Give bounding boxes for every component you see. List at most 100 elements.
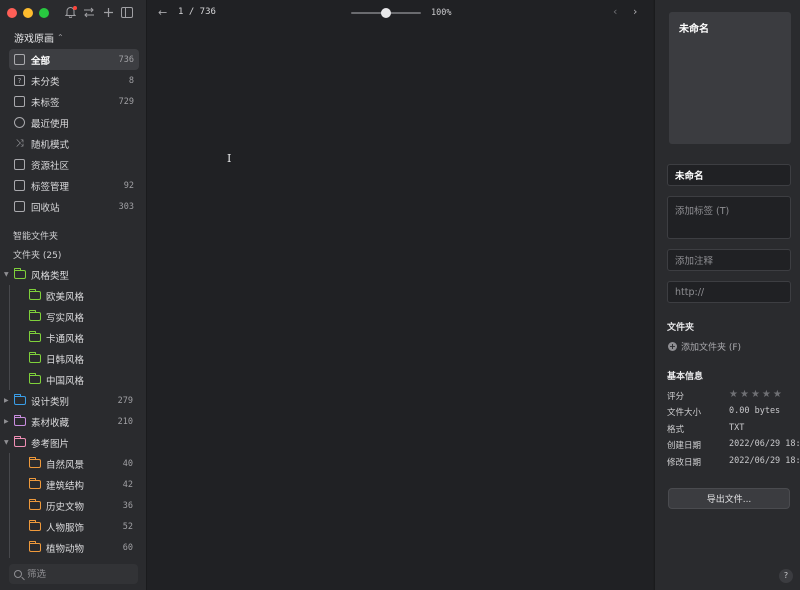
- nav-item[interactable]: 未标签 729: [9, 91, 139, 112]
- nav-list: 全部 736? 未分类 8 未标签 729 最近使用 ⤨ 随机模式资源社区标签管理 92 回收站 30…: [9, 49, 139, 217]
- rating-row: 评分 ★ ★ ★ ★ ★: [667, 390, 800, 403]
- back-arrow-icon[interactable]: ←: [158, 6, 167, 19]
- nav-item[interactable]: 全部 736: [9, 49, 139, 70]
- smart-folders-title[interactable]: 智能文件夹: [13, 229, 58, 242]
- created-value: 2022/06/29 18:: [729, 439, 800, 449]
- star-icon[interactable]: ★: [729, 390, 738, 402]
- rating-label: 评分: [667, 392, 685, 402]
- folder-item[interactable]: 卡通风格: [0, 327, 146, 348]
- folder-item[interactable]: 中国风格: [0, 369, 146, 390]
- folder-section-title: 文件夹: [667, 323, 695, 333]
- export-file-button[interactable]: 导出文件...: [668, 488, 790, 509]
- folder-count: 52: [122, 521, 133, 532]
- folder-label: 植物动物: [46, 543, 85, 555]
- folder-label: 素材收藏: [31, 417, 70, 429]
- nav-item-label: 资源社区: [31, 160, 70, 172]
- folder-item[interactable]: ▶ 素材收藏 210: [0, 411, 146, 432]
- star-icon[interactable]: ★: [762, 390, 771, 402]
- tree-guide-line: [9, 474, 10, 495]
- nav-item-label: 未分类: [31, 76, 60, 88]
- modified-row: 修改日期 2022/06/29 18:: [667, 456, 800, 468]
- name-field[interactable]: 未命名: [667, 164, 791, 186]
- created-label: 创建日期: [667, 441, 702, 451]
- folder-item[interactable]: ▼ 参考图片: [0, 432, 146, 453]
- folder-label: 自然风景: [46, 459, 85, 471]
- folder-item[interactable]: 欧美风格: [0, 285, 146, 306]
- format-label: 格式: [667, 425, 685, 435]
- library-name: 游戏原画: [14, 34, 54, 45]
- add-folder-button[interactable]: + 添加文件夹 (F): [668, 340, 741, 353]
- folder-icon: [28, 310, 41, 321]
- minimize-window-button[interactable]: [23, 8, 33, 18]
- inbox-icon: [14, 54, 25, 65]
- nav-item-count: 729: [118, 96, 134, 107]
- folder-item[interactable]: 建筑结构 42: [0, 474, 146, 495]
- shuffle-icon: ⤨: [15, 138, 24, 149]
- chevron-left-icon[interactable]: ‹: [613, 5, 617, 18]
- viewer-toolbar: ← 1 / 736 100% ‹ ›: [147, 0, 653, 26]
- tree-guide-line: [9, 537, 10, 558]
- star-icon[interactable]: ★: [751, 390, 760, 402]
- folder-icon: [28, 289, 41, 300]
- url-field[interactable]: http://: [667, 281, 791, 303]
- folders-title[interactable]: 文件夹 (25): [13, 248, 61, 261]
- folder-count: 36: [122, 500, 133, 511]
- nav-item-label: 未标签: [31, 97, 60, 109]
- folder-item[interactable]: 植物动物 60: [0, 537, 146, 558]
- basic-info-title: 基本信息: [667, 372, 704, 382]
- folder-icon: [28, 373, 41, 384]
- folder-icon: [28, 541, 41, 552]
- folder-icon: [13, 415, 26, 426]
- note-field[interactable]: 添加注释: [667, 249, 791, 271]
- nav-item[interactable]: 标签管理 92: [9, 175, 139, 196]
- folder-icon: [28, 520, 41, 531]
- folder-item[interactable]: 写实风格: [0, 306, 146, 327]
- maximize-window-button[interactable]: [39, 8, 49, 18]
- modified-label: 修改日期: [667, 458, 702, 468]
- folder-icon: [13, 394, 26, 405]
- sidebar: 游戏原画 ⌃ 全部 736? 未分类 8 未标签 729 最近使用 ⤨ 随机模式资源社区标签管理…: [0, 0, 147, 590]
- zoom-slider-thumb[interactable]: [381, 8, 391, 18]
- folder-item[interactable]: 人物服饰 52: [0, 516, 146, 537]
- folder-item[interactable]: ▶ 设计类别 279: [0, 390, 146, 411]
- folder-item[interactable]: 历史文物 36: [0, 495, 146, 516]
- add-icon[interactable]: [102, 5, 114, 19]
- disclosure-down-icon[interactable]: ▼: [4, 271, 9, 278]
- preview-thumbnail[interactable]: 未命名: [669, 12, 791, 144]
- folder-icon: [28, 457, 41, 468]
- notification-dot: [73, 6, 77, 10]
- nav-item[interactable]: 回收站 303: [9, 196, 139, 217]
- nav-item-label: 回收站: [31, 202, 60, 214]
- modified-value: 2022/06/29 18:: [729, 456, 800, 466]
- rating-stars[interactable]: ★ ★ ★ ★ ★: [729, 390, 782, 402]
- folder-icon: [28, 352, 41, 363]
- nav-item[interactable]: 最近使用: [9, 112, 139, 133]
- help-button[interactable]: ?: [779, 569, 793, 583]
- bell-icon[interactable]: [64, 5, 77, 19]
- nav-item[interactable]: ⤨ 随机模式: [9, 133, 139, 154]
- nav-item[interactable]: 资源社区: [9, 154, 139, 175]
- library-switcher[interactable]: 游戏原画 ⌃: [14, 30, 64, 45]
- swap-icon[interactable]: [83, 5, 95, 19]
- tree-guide-line: [9, 516, 10, 537]
- folder-item[interactable]: 日韩风格: [0, 348, 146, 369]
- disclosure-right-icon[interactable]: ▶: [4, 397, 9, 404]
- folder-count: 279: [117, 395, 133, 406]
- star-icon[interactable]: ★: [773, 390, 782, 402]
- filter-input[interactable]: [27, 568, 127, 580]
- disclosure-down-icon[interactable]: ▼: [4, 439, 9, 446]
- window-controls: [7, 8, 49, 18]
- folder-item[interactable]: 自然风景 40: [0, 453, 146, 474]
- sidebar-toolbar: [64, 5, 133, 19]
- disclosure-right-icon[interactable]: ▶: [4, 418, 9, 425]
- close-window-button[interactable]: [7, 8, 17, 18]
- folder-label: 风格类型: [31, 270, 70, 282]
- chevron-right-icon[interactable]: ›: [633, 5, 637, 18]
- folder-label: 历史文物: [46, 501, 85, 513]
- star-icon[interactable]: ★: [740, 390, 749, 402]
- search-icon: [14, 570, 22, 578]
- folder-item[interactable]: ▼ 风格类型: [0, 264, 146, 285]
- sidebar-toggle-icon[interactable]: [121, 5, 133, 19]
- nav-item[interactable]: ? 未分类 8: [9, 70, 139, 91]
- tags-field[interactable]: 添加标签 (T): [667, 196, 791, 239]
